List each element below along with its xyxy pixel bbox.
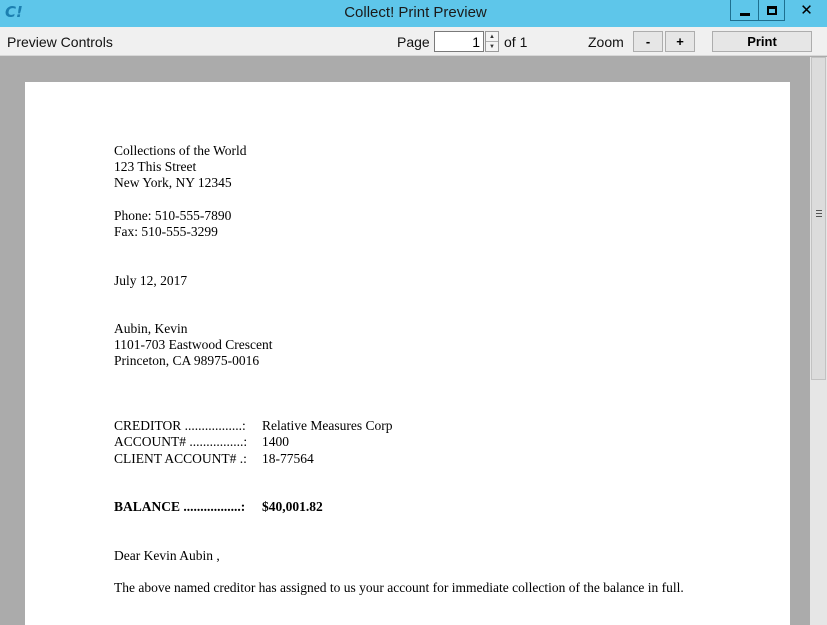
spin-up-arrow-icon[interactable]: ▲ xyxy=(486,32,498,42)
client-account-label: CLIENT ACCOUNT# .: xyxy=(114,450,247,466)
spin-down-arrow-icon[interactable]: ▼ xyxy=(486,42,498,52)
maximize-button[interactable] xyxy=(760,0,784,20)
balance-value: $40,001.82 xyxy=(262,499,323,515)
balance-label: BALANCE .................: xyxy=(114,499,246,515)
letter-body: The above named creditor has assigned to… xyxy=(114,580,684,596)
close-icon: ✕ xyxy=(800,0,813,19)
preview-controls-label: Preview Controls xyxy=(7,34,113,50)
preview-toolbar: Preview Controls Page ▲ ▼ of 1 Zoom - + … xyxy=(0,27,827,56)
recipient-city: Princeton, CA 98975-0016 xyxy=(114,353,260,369)
minimize-icon xyxy=(740,12,750,16)
account-label: ACCOUNT# ................: xyxy=(114,434,248,450)
sender-street: 123 This Street xyxy=(114,159,197,175)
account-value: 1400 xyxy=(262,434,289,450)
print-button[interactable]: Print xyxy=(712,31,812,52)
page-count-label: of 1 xyxy=(504,34,528,50)
page-number-input[interactable] xyxy=(434,31,484,52)
maximize-icon xyxy=(767,5,777,15)
zoom-out-button[interactable]: - xyxy=(633,31,663,52)
client-account-value: 18-77564 xyxy=(262,450,314,466)
scrollbar-thumb[interactable] xyxy=(811,57,826,380)
recipient-street: 1101-703 Eastwood Crescent xyxy=(114,337,273,353)
minimize-button[interactable] xyxy=(732,0,758,20)
close-button[interactable]: ✕ xyxy=(786,0,827,20)
letter-date: July 12, 2017 xyxy=(114,272,188,288)
window-title: Collect! Print Preview xyxy=(344,4,487,21)
vertical-scrollbar[interactable] xyxy=(810,57,827,625)
sender-name: Collections of the World xyxy=(114,143,247,158)
letter-content: Collections of the World 123 This Street… xyxy=(114,143,704,596)
salutation: Dear Kevin Aubin , xyxy=(114,547,220,563)
sender-phone: Phone: 510-555-7890 xyxy=(114,207,232,223)
scroll-grip-icon xyxy=(816,210,822,219)
title-bar: C! Collect! Print Preview ✕ xyxy=(0,0,827,27)
client-account-row: CLIENT ACCOUNT# .: 18-77564 xyxy=(114,451,704,467)
creditor-label: CREDITOR .................: xyxy=(114,418,246,434)
page-spinner[interactable]: ▲ ▼ xyxy=(485,31,499,52)
preview-page: Collections of the World 123 This Street… xyxy=(25,82,790,625)
recipient-name: Aubin, Kevin xyxy=(114,321,188,337)
zoom-in-button[interactable]: + xyxy=(665,31,695,52)
balance-row: BALANCE .................: $40,001.82 xyxy=(114,499,704,515)
zoom-label: Zoom xyxy=(588,34,624,50)
creditor-value: Relative Measures Corp xyxy=(262,418,393,434)
sender-fax: Fax: 510-555-3299 xyxy=(114,223,218,239)
window-buttons-divider xyxy=(758,0,759,20)
creditor-row: CREDITOR .................: Relative Mea… xyxy=(114,418,704,434)
account-row: ACCOUNT# ................: 1400 xyxy=(114,434,704,450)
sender-city: New York, NY 12345 xyxy=(114,175,232,191)
page-label: Page xyxy=(397,34,430,50)
